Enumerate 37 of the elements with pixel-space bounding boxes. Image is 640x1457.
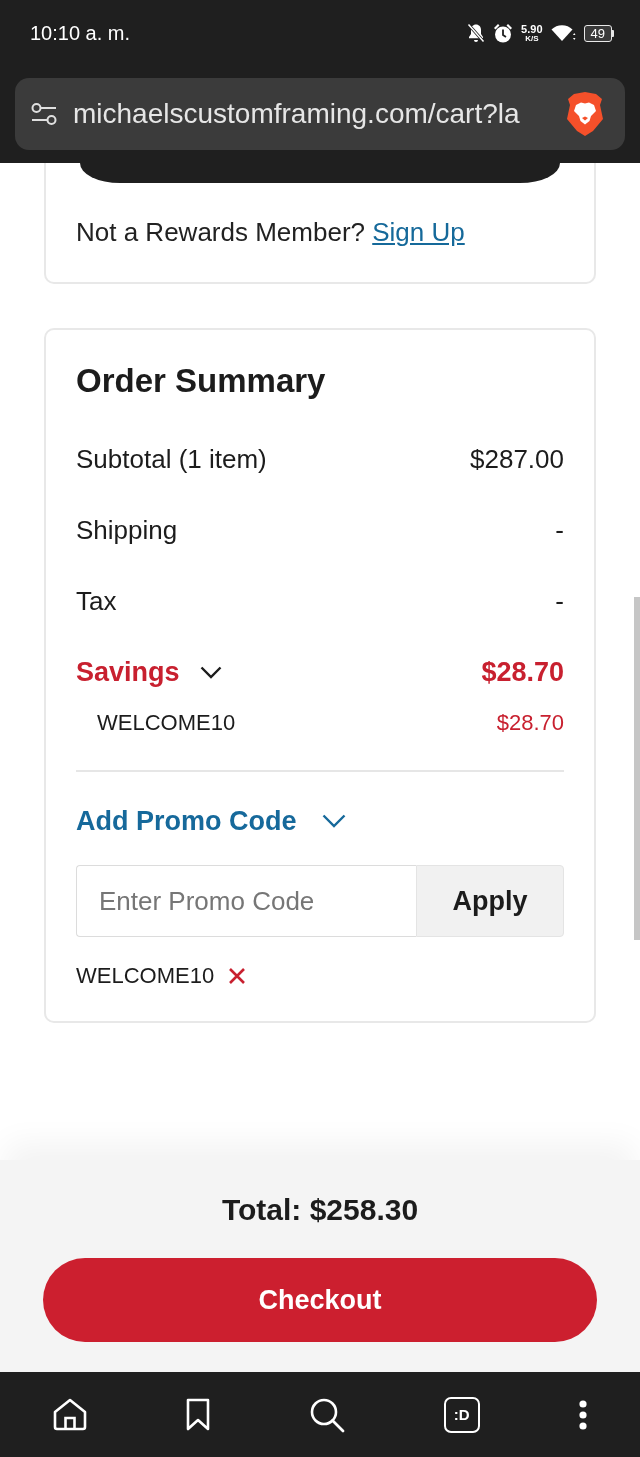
speed-unit-text: K/S	[525, 34, 539, 43]
rewards-prompt-text: Not a Rewards Member? Sign Up	[75, 217, 466, 247]
chevron-down-icon[interactable]	[199, 665, 222, 679]
url-text[interactable]: michaelscustomframing.com/cart?la	[73, 98, 549, 130]
home-icon[interactable]	[53, 1398, 88, 1431]
summary-label: Shipping	[76, 514, 178, 546]
network-speed-text: 5.90	[521, 23, 543, 35]
address-bar[interactable]: michaelscustomframing.com/cart?la	[15, 78, 625, 150]
summary-amount: -	[555, 514, 564, 546]
promo-code-toggle[interactable]: Add Promo Code	[76, 803, 346, 839]
summary-amount: -	[555, 585, 564, 617]
alarm-clock-icon	[493, 23, 514, 43]
discount-amount: $28.70	[496, 710, 564, 736]
checkout-button[interactable]: Checkout	[43, 1258, 597, 1342]
order-total-text: Total: $258.30	[221, 1192, 419, 1228]
savings-amount: $28.70	[481, 656, 564, 688]
search-icon[interactable]	[309, 1396, 345, 1433]
summary-label: Subtotal (1 item)	[76, 443, 267, 475]
battery-indicator: 49	[583, 24, 614, 42]
more-icon[interactable]	[578, 1399, 587, 1430]
remove-icon[interactable]	[228, 967, 247, 985]
tabs-button[interactable]: :D	[443, 1396, 480, 1433]
apply-button[interactable]: Apply	[416, 865, 564, 937]
summary-amount: $287.00	[470, 443, 564, 475]
order-summary-title: Order Summary	[76, 361, 327, 401]
wifi-icon	[550, 24, 576, 42]
lion-shield-icon[interactable]	[565, 91, 605, 137]
savings-toggle[interactable]: Savings	[76, 656, 222, 688]
applied-code-text: WELCOME10	[76, 963, 215, 989]
bell-off-icon	[467, 23, 486, 43]
sign-up-link[interactable]: Sign Up	[372, 217, 465, 247]
bookmark-icon[interactable]	[186, 1398, 211, 1431]
sliders-icon[interactable]	[31, 103, 57, 125]
clock-time: 10:10 a. m.	[30, 21, 131, 45]
promo-code-field[interactable]: Enter Promo Code	[76, 865, 416, 937]
discount-code-label: WELCOME10	[97, 710, 236, 736]
summary-label: Tax	[76, 585, 117, 617]
